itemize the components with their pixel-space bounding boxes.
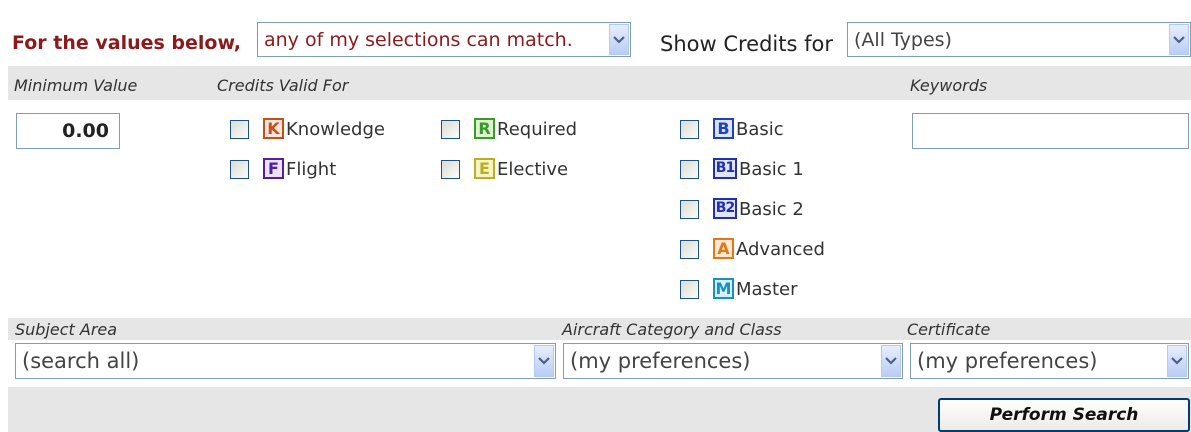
perform-search-button[interactable]: Perform Search: [938, 398, 1190, 432]
credits-type-select[interactable]: (All Types): [847, 22, 1191, 57]
aircraft-value: (my preferences): [570, 349, 751, 373]
credit-option-label: Basic 1: [739, 159, 804, 180]
checkbox-basic-2[interactable]: [680, 200, 699, 219]
credit-badge-icon: E: [474, 158, 495, 179]
credit-option-label: Knowledge: [286, 119, 385, 140]
credits-type-select-value: (All Types): [854, 28, 952, 51]
values-label: For the values below,: [12, 32, 242, 54]
credit-badge-icon: R: [474, 118, 495, 139]
aircraft-select[interactable]: (my preferences): [563, 343, 903, 379]
chevron-down-icon[interactable]: [1169, 24, 1189, 55]
chevron-down-icon[interactable]: [534, 345, 554, 377]
credit-option-label: Flight: [286, 159, 337, 180]
minimum-value-text: 0.00: [62, 120, 109, 142]
checkbox-basic-1[interactable]: [680, 160, 699, 179]
checkbox-required[interactable]: [441, 120, 460, 139]
credit-badge-icon: B2: [713, 198, 737, 219]
certificate-heading: Certificate: [907, 320, 991, 339]
certificate-value: (my preferences): [917, 349, 1098, 373]
credit-option-label: Basic: [736, 119, 784, 140]
checkbox-elective[interactable]: [441, 160, 460, 179]
column-header-band: [8, 66, 1191, 100]
aircraft-heading: Aircraft Category and Class: [562, 320, 782, 339]
checkbox-advanced[interactable]: [680, 240, 699, 259]
credit-badge-icon: B1: [713, 158, 737, 179]
chevron-down-icon[interactable]: [881, 345, 901, 377]
checkbox-knowledge[interactable]: [230, 120, 249, 139]
credit-option-label: Elective: [497, 159, 569, 180]
keywords-input[interactable]: [912, 113, 1189, 149]
match-select-value: any of my selections can match.: [264, 28, 573, 51]
credits-valid-for-heading: Credits Valid For: [217, 76, 349, 95]
credit-option-label: Advanced: [736, 239, 825, 260]
subject-area-value: (search all): [22, 349, 140, 373]
subject-area-select[interactable]: (search all): [15, 343, 556, 379]
checkbox-basic[interactable]: [680, 120, 699, 139]
chevron-down-icon[interactable]: [609, 24, 629, 55]
credit-badge-icon: K: [263, 118, 284, 139]
certificate-select[interactable]: (my preferences): [910, 343, 1189, 379]
minimum-value-input[interactable]: 0.00: [16, 113, 120, 149]
keywords-heading: Keywords: [910, 76, 988, 95]
credit-badge-icon: A: [713, 238, 734, 259]
credit-badge-icon: M: [713, 278, 734, 299]
credit-option-label: Required: [497, 119, 578, 140]
credit-option-label: Basic 2: [739, 199, 804, 220]
credit-badge-icon: F: [263, 158, 284, 179]
checkbox-flight[interactable]: [230, 160, 249, 179]
checkbox-master[interactable]: [680, 280, 699, 299]
subject-area-heading: Subject Area: [15, 320, 118, 339]
credit-option-label: Master: [736, 279, 798, 300]
credit-badge-icon: B: [713, 118, 734, 139]
show-credits-label: Show Credits for: [660, 32, 833, 56]
chevron-down-icon[interactable]: [1167, 345, 1187, 377]
minimum-value-heading: Minimum Value: [14, 76, 138, 95]
match-select[interactable]: any of my selections can match.: [257, 22, 631, 57]
